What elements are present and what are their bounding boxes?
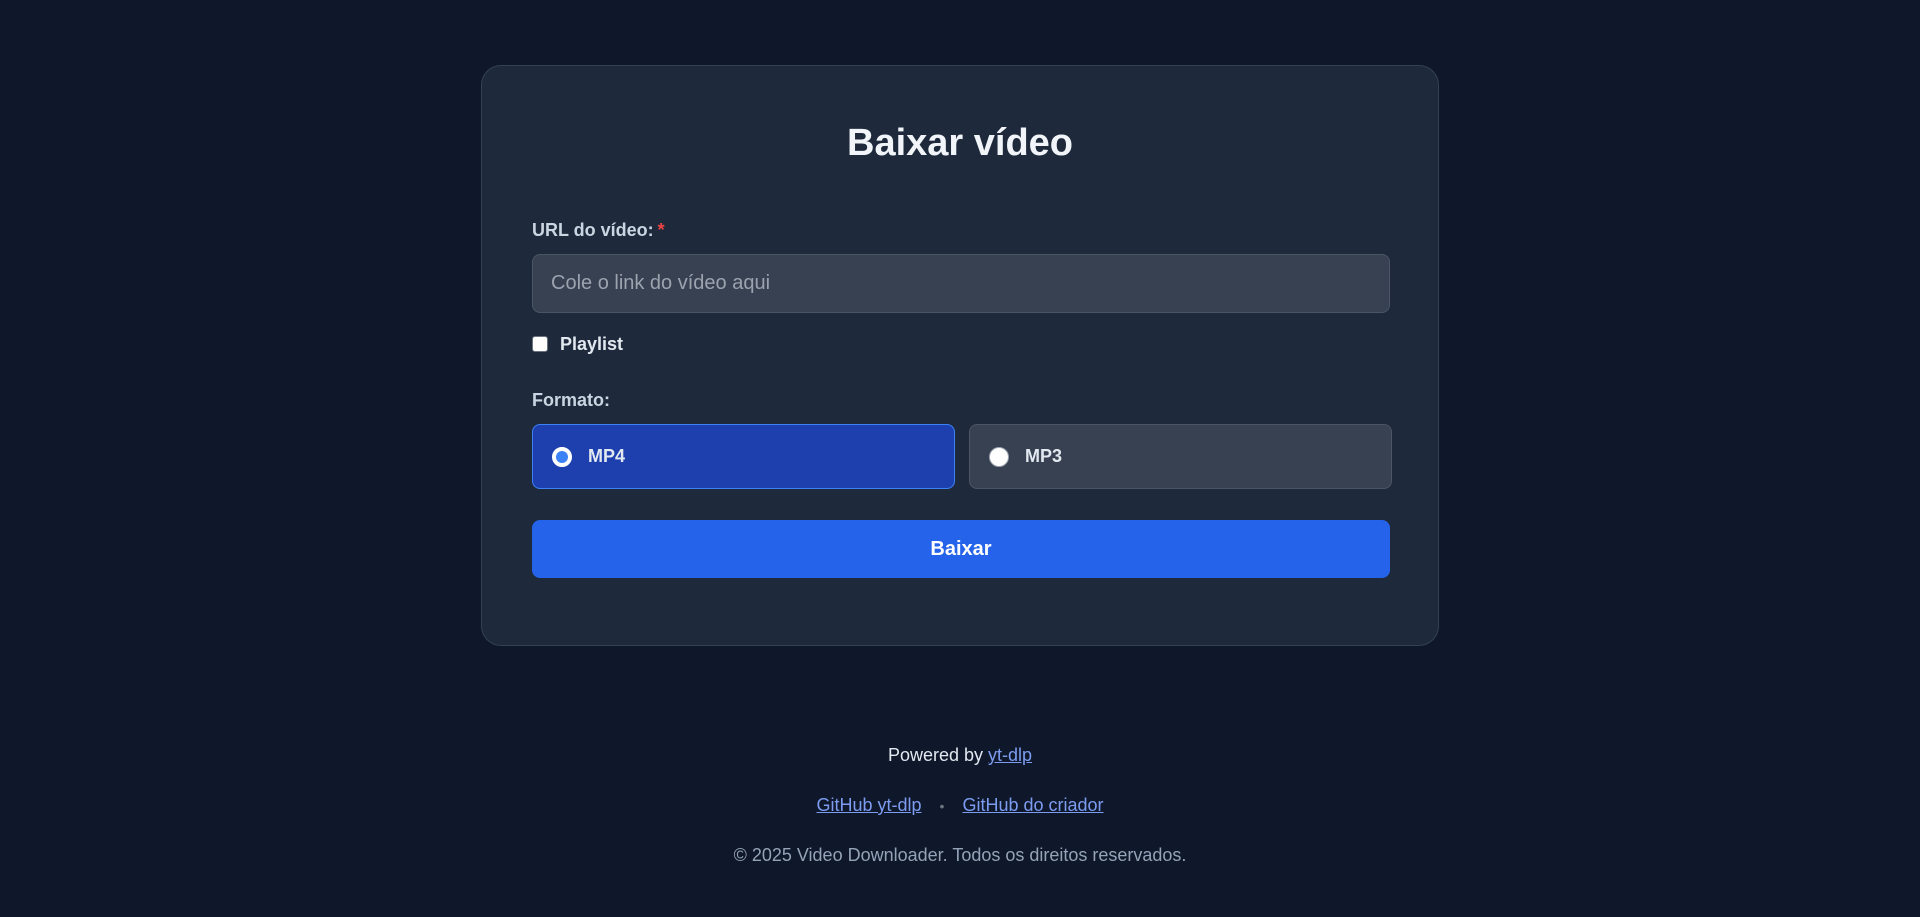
copyright-text: © 2025 Video Downloader. Todos os direit… [733,845,1187,865]
format-option-mp4[interactable]: MP4 [532,424,955,489]
format-label: Formato: [532,390,610,410]
download-card: Baixar vídeo URL do vídeo:* Playlist For… [481,65,1439,646]
page-title: Baixar vídeo [847,122,1073,164]
footer-links: GitHub yt-dlp • GitHub do criador [0,795,1920,816]
powered-by: Powered by yt-dlp [0,745,1920,766]
url-input[interactable] [532,254,1390,313]
format-option-label[interactable]: MP4 [588,446,625,467]
url-label: URL do vídeo: * [532,220,665,241]
radio-mp4[interactable] [552,446,572,467]
download-button[interactable]: Baixar [532,520,1390,578]
playlist-checkbox[interactable] [532,336,548,352]
playlist-label[interactable]: Playlist [560,334,623,355]
playlist-option[interactable]: Playlist [532,332,623,356]
radio-mp3[interactable] [989,446,1009,467]
format-option-label[interactable]: MP3 [1025,446,1062,467]
separator-dot: • [939,798,945,815]
github-creator-link[interactable]: GitHub do criador [962,795,1103,815]
url-label-text: URL do vídeo: [532,220,654,240]
format-option-mp3[interactable]: MP3 [969,424,1392,489]
github-yt-dlp-link[interactable]: GitHub yt-dlp [816,795,921,815]
yt-dlp-link[interactable]: yt-dlp [988,745,1032,765]
required-marker: * [657,220,665,240]
powered-by-text: Powered by [887,745,984,765]
